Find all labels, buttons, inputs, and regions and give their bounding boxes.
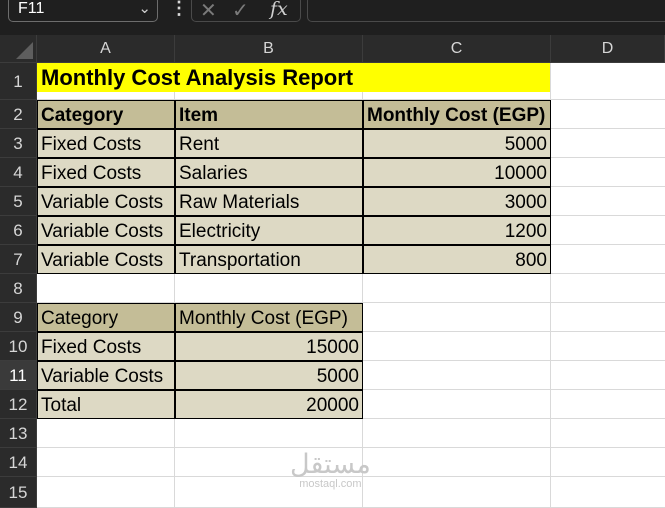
select-all-icon	[16, 42, 33, 59]
table-cell[interactable]: Fixed Costs	[37, 129, 175, 158]
chevron-down-icon[interactable]: ⌄	[138, 0, 151, 17]
row-header-2[interactable]: 2	[0, 100, 37, 129]
row-header-12[interactable]: 12	[0, 390, 37, 419]
summary-header-category[interactable]: Category	[37, 303, 175, 332]
table-cell[interactable]: 1200	[363, 216, 551, 245]
cancel-icon[interactable]: ✕	[200, 0, 217, 23]
insert-function-icon[interactable]: fx	[270, 0, 288, 20]
table-cell[interactable]: Variable Costs	[37, 216, 175, 245]
table-cell[interactable]: 10000	[363, 158, 551, 187]
table-cell[interactable]: 5000	[363, 129, 551, 158]
watermark-logo: مستقل	[290, 449, 371, 480]
row-header-6[interactable]: 6	[0, 216, 37, 245]
name-box[interactable]: F11 ⌄	[8, 0, 158, 22]
gridline	[37, 447, 665, 448]
column-header-a[interactable]: A	[37, 35, 175, 63]
check-icon[interactable]: ✓	[232, 0, 249, 23]
worksheet-grid[interactable]: Monthly Cost Analysis Report Category It…	[37, 63, 665, 508]
row-header-15[interactable]: 15	[0, 477, 37, 508]
summary-header-cost[interactable]: Monthly Cost (EGP)	[175, 303, 363, 332]
row-header-10[interactable]: 10	[0, 332, 37, 361]
formula-bar: F11 ⌄ ⋮ ✕ ✓ fx	[0, 0, 665, 30]
table-cell[interactable]: Total	[37, 390, 175, 419]
table-cell[interactable]: 20000	[175, 390, 363, 419]
select-all-corner[interactable]	[0, 35, 37, 63]
table-cell[interactable]: 15000	[175, 332, 363, 361]
table-cell[interactable]: Variable Costs	[37, 361, 175, 390]
table-cell[interactable]: Fixed Costs	[37, 332, 175, 361]
more-options-icon[interactable]: ⋮	[170, 0, 188, 19]
row-header-7[interactable]: 7	[0, 245, 37, 274]
table-cell[interactable]: Fixed Costs	[37, 158, 175, 187]
row-header-11[interactable]: 11	[0, 361, 37, 390]
table-cell[interactable]: Salaries	[175, 158, 363, 187]
row-header-5[interactable]: 5	[0, 187, 37, 216]
main-header-item[interactable]: Item	[175, 100, 363, 129]
column-header-c[interactable]: C	[363, 35, 551, 63]
row-header-4[interactable]: 4	[0, 158, 37, 187]
table-cell[interactable]: Variable Costs	[37, 245, 175, 274]
formula-input[interactable]	[307, 0, 665, 22]
table-cell[interactable]: Rent	[175, 129, 363, 158]
table-cell[interactable]: Transportation	[175, 245, 363, 274]
main-header-category[interactable]: Category	[37, 100, 175, 129]
row-header-9[interactable]: 9	[0, 303, 37, 332]
table-cell[interactable]: 800	[363, 245, 551, 274]
row-header-14[interactable]: 14	[0, 448, 37, 477]
table-cell[interactable]: 5000	[175, 361, 363, 390]
name-box-value: F11	[18, 0, 45, 17]
row-header-1[interactable]: 1	[0, 63, 37, 100]
table-cell[interactable]: 3000	[363, 187, 551, 216]
table-cell[interactable]: Electricity	[175, 216, 363, 245]
row-header-8[interactable]: 8	[0, 274, 37, 303]
row-header-3[interactable]: 3	[0, 129, 37, 158]
report-title[interactable]: Monthly Cost Analysis Report	[37, 63, 550, 92]
row-header-13[interactable]: 13	[0, 419, 37, 448]
table-cell[interactable]: Raw Materials	[175, 187, 363, 216]
watermark: مستقل mostaql.com	[290, 449, 371, 490]
table-cell[interactable]: Variable Costs	[37, 187, 175, 216]
column-header-d[interactable]: D	[551, 35, 665, 63]
column-header-b[interactable]: B	[175, 35, 363, 63]
formula-buttons: ✕ ✓ fx	[191, 0, 301, 22]
watermark-url: mostaql.com	[299, 478, 362, 490]
main-header-cost[interactable]: Monthly Cost (EGP)	[363, 100, 551, 129]
